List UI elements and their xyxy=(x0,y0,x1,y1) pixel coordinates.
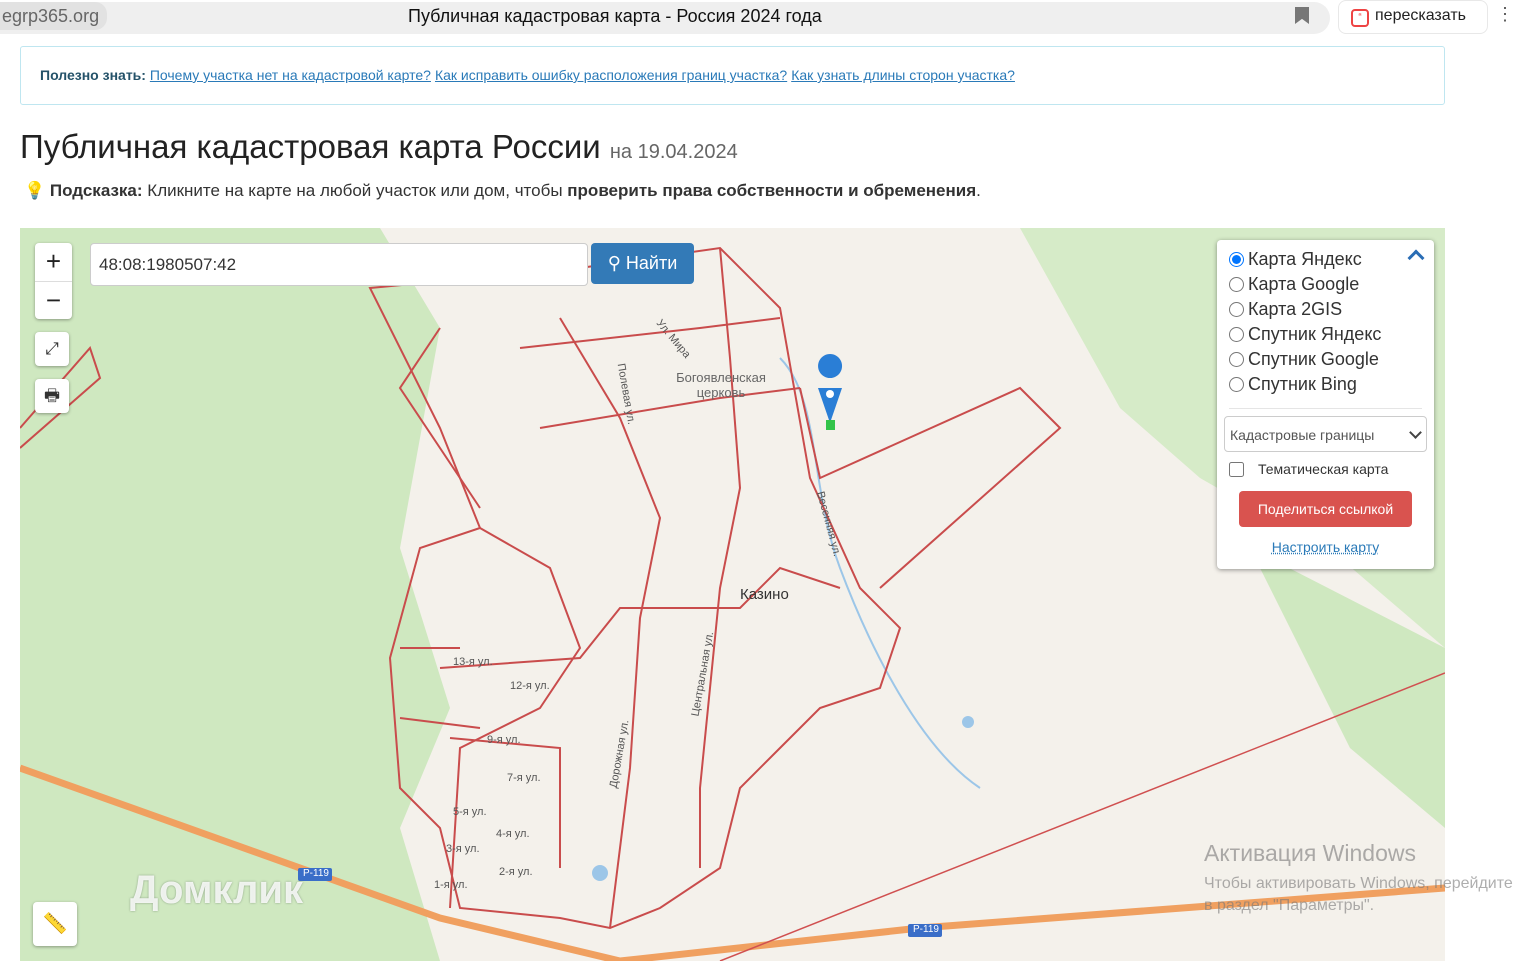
pond xyxy=(592,865,608,881)
hint-label: Подсказка: xyxy=(49,181,143,200)
layer-panel: Карта Яндекс Карта Google Карта 2GIS Спу… xyxy=(1217,240,1434,569)
thematic-label: Тематическая карта xyxy=(1258,461,1389,477)
layer-label: Спутник Bing xyxy=(1248,374,1357,394)
find-button[interactable]: ⚲ Найти xyxy=(591,243,694,284)
divider xyxy=(1229,408,1422,409)
domclick-watermark: Домклик xyxy=(130,868,304,912)
find-label: Найти xyxy=(625,253,678,273)
road-label-2: Р-119 xyxy=(913,924,939,935)
layer-label: Карта Google xyxy=(1248,274,1360,294)
info-link-1[interactable]: Почему участка нет на кадастровой карте? xyxy=(150,67,431,83)
layer-option-bing-satellite[interactable]: Спутник Bing xyxy=(1229,372,1422,397)
retell-label: пересказать xyxy=(1375,7,1466,24)
info-banner: Полезно знать: Почему участка нет на кад… xyxy=(20,46,1445,105)
bulb-icon: 💡 xyxy=(24,181,46,200)
domain[interactable]: egrp365.org xyxy=(0,2,108,30)
street-label: 13-я ул. xyxy=(453,656,493,668)
street-label: 3-я ул. xyxy=(446,843,480,855)
layer-label: Спутник Google xyxy=(1248,349,1379,369)
share-link-button[interactable]: Поделиться ссылкой xyxy=(1239,491,1412,527)
river xyxy=(779,357,981,789)
page-tab-title: Публичная кадастровая карта - Россия 202… xyxy=(408,6,822,26)
layer-label: Карта 2GIS xyxy=(1248,299,1343,319)
layer-option-2gis-map[interactable]: Карта 2GIS xyxy=(1229,297,1422,322)
marker-pin-icon[interactable] xyxy=(818,354,843,378)
layer-label: Спутник Яндекс xyxy=(1248,324,1382,344)
marker-dot xyxy=(826,390,834,398)
church-label: Богоявленская церковь xyxy=(676,370,766,400)
page-title: Публичная кадастровая карта России на 19… xyxy=(20,128,738,166)
title-date: на 19.04.2024 xyxy=(609,141,738,163)
street-label: 5-я ул. xyxy=(453,806,487,818)
zoom-in-button[interactable]: + xyxy=(35,243,72,281)
street-label: 12-я ул. xyxy=(510,680,550,692)
info-link-2[interactable]: Как исправить ошибку расположения границ… xyxy=(435,67,787,83)
zoom-out-button[interactable]: − xyxy=(35,281,72,319)
search-icon: ⚲ xyxy=(607,253,621,273)
street-label: 1-я ул. xyxy=(434,879,468,891)
configure-map-link[interactable]: Настроить карту xyxy=(1229,539,1422,555)
road-label: Р-119 xyxy=(303,868,329,879)
browser-bar: egrp365.org Публичная кадастровая карта … xyxy=(0,0,1526,36)
street-label: 2-я ул. xyxy=(499,866,533,878)
town-label: Казино xyxy=(740,586,789,603)
retell-button[interactable]: “ пересказать xyxy=(1338,0,1488,34)
windows-activation-text: Чтобы активировать Windows, перейдите в … xyxy=(1204,875,1513,914)
hint-bold: проверить права собственности и обремене… xyxy=(567,181,977,200)
selected-parcel[interactable] xyxy=(826,420,835,430)
ruler-icon[interactable]: 📏 xyxy=(33,902,77,946)
fullscreen-icon[interactable]: ⤢ xyxy=(35,332,69,366)
pond xyxy=(962,716,974,728)
overlay-select[interactable]: Кадастровые границы xyxy=(1224,416,1427,452)
thematic-map-checkbox[interactable]: Тематическая карта xyxy=(1229,461,1422,477)
cadastral-search-input[interactable] xyxy=(90,243,588,286)
hint: 💡 Подсказка: Кликните на карте на любой … xyxy=(24,181,981,201)
forest-area-west xyxy=(20,228,450,961)
layer-option-yandex-map[interactable]: Карта Яндекс xyxy=(1229,247,1422,272)
layer-option-google-map[interactable]: Карта Google xyxy=(1229,272,1422,297)
hint-end: . xyxy=(976,181,981,200)
print-icon[interactable]: 🖶 xyxy=(35,379,69,413)
title-text: Публичная кадастровая карта России xyxy=(20,128,601,165)
info-link-3[interactable]: Как узнать длины сторон участка? xyxy=(791,67,1015,83)
info-prefix: Полезно знать: xyxy=(40,67,146,83)
hint-text: Кликните на карте на любой участок или д… xyxy=(142,181,568,200)
street-label: 4-я ул. xyxy=(496,828,530,840)
layer-option-google-satellite[interactable]: Спутник Google xyxy=(1229,347,1422,372)
layer-label: Карта Яндекс xyxy=(1248,249,1362,269)
zoom-control: + − xyxy=(35,243,72,319)
street-label: 9-я ул. xyxy=(487,734,521,746)
menu-icon[interactable]: ⋮ xyxy=(1496,4,1514,25)
windows-activation-title: Активация Windows xyxy=(1204,840,1416,866)
street-label: 7-я ул. xyxy=(507,772,541,784)
retell-icon: “ xyxy=(1351,9,1369,27)
layer-option-yandex-satellite[interactable]: Спутник Яндекс xyxy=(1229,322,1422,347)
